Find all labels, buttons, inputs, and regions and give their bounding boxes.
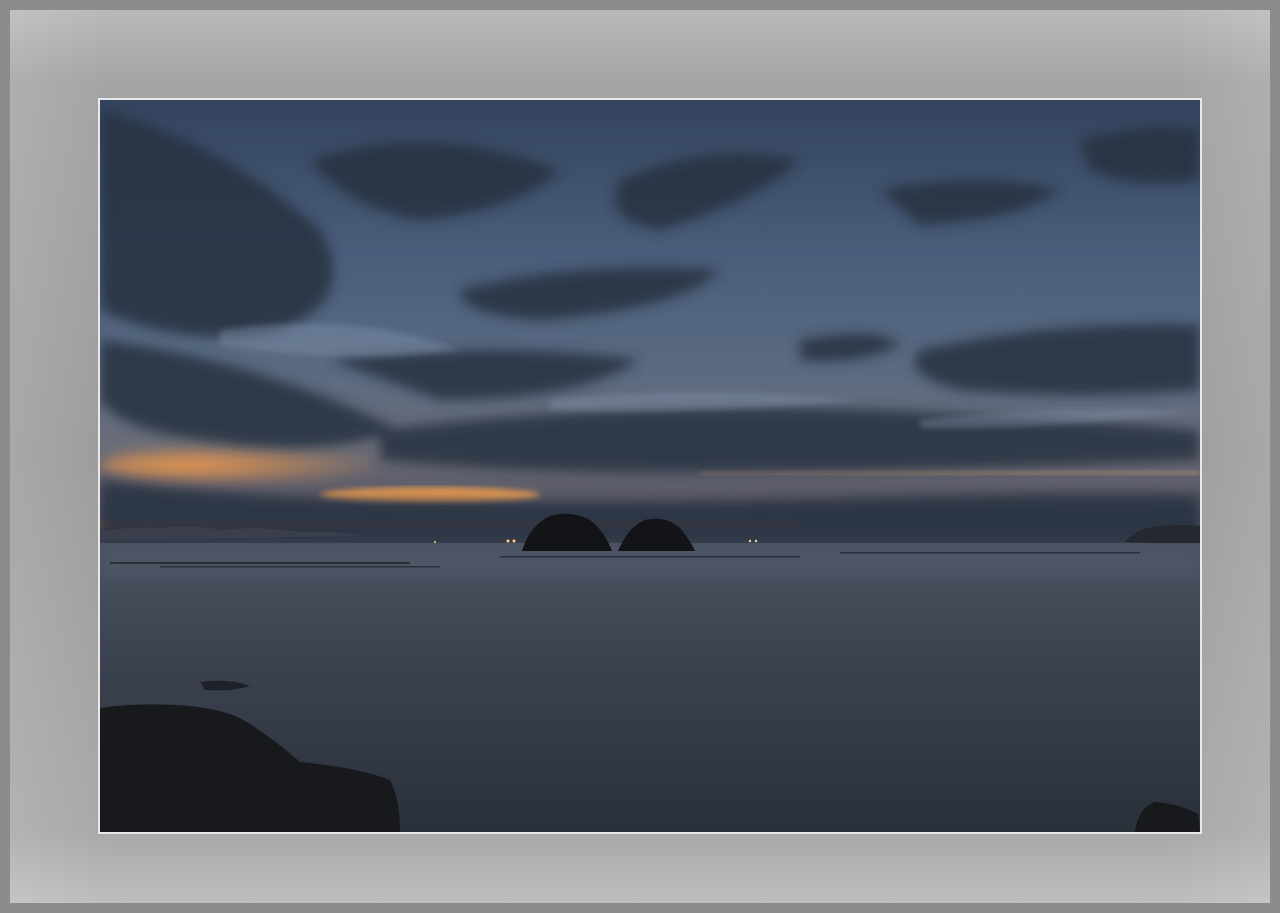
- sea-reflection: [100, 550, 1200, 580]
- seascape-illustration: [100, 100, 1200, 832]
- seascape-photo: [98, 98, 1202, 834]
- picture-frame: [0, 0, 1280, 913]
